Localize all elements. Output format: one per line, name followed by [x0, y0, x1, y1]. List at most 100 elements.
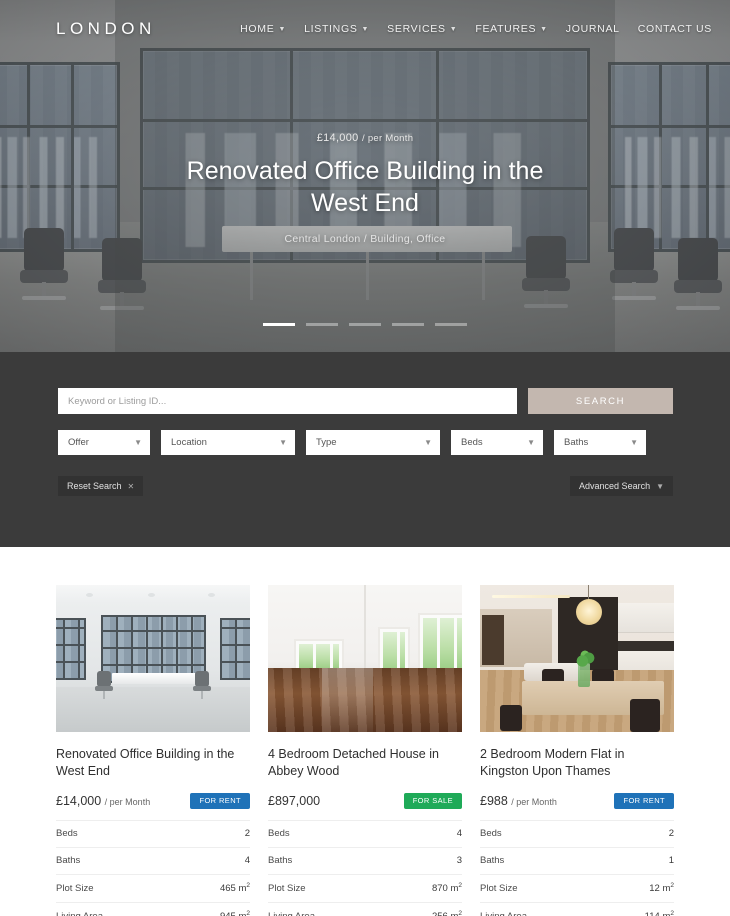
listing-title[interactable]: Renovated Office Building in the West En… — [56, 746, 250, 780]
filter-beds-select[interactable]: Beds ▼ — [451, 430, 543, 455]
filter-offer-select[interactable]: Offer ▼ — [58, 430, 150, 455]
listing-price-value: £897,000 — [268, 793, 321, 808]
filter-baths-select[interactable]: Baths ▼ — [554, 430, 646, 455]
search-actions-row: Reset Search ✕ Advanced Search ▼ — [58, 476, 673, 496]
nav-item-listings[interactable]: LISTINGS ▼ — [304, 23, 369, 35]
spec-value: 3 — [456, 855, 462, 867]
nav-item-home[interactable]: HOME ▼ — [240, 23, 286, 35]
hero-price-value: £14,000 — [316, 132, 359, 144]
listing-spec-living-area: Living Area 945 m2 — [56, 901, 250, 916]
spec-value: 465 m2 — [219, 882, 250, 895]
search-filters-row: Offer ▼ Location ▼ Type ▼ Beds ▼ Baths ▼ — [58, 430, 673, 455]
hero-caption: £14,000 / per Month Renovated Office Bui… — [0, 132, 730, 245]
filter-location-value: Location — [171, 437, 207, 448]
spec-label: Plot Size — [480, 882, 518, 894]
spec-label: Plot Size — [268, 882, 306, 894]
search-panel: SEARCH Offer ▼ Location ▼ Type ▼ Beds ▼ … — [58, 388, 673, 496]
listing-title[interactable]: 2 Bedroom Modern Flat in Kingston Upon T… — [480, 746, 674, 780]
slider-dot-3[interactable] — [349, 323, 381, 326]
listing-thumbnail-kitchen[interactable] — [480, 585, 674, 732]
spec-label: Baths — [480, 855, 505, 867]
hero-title[interactable]: Renovated Office Building in the West En… — [155, 155, 575, 219]
listing-thumbnail-room[interactable] — [268, 585, 462, 732]
filter-beds-value: Beds — [461, 437, 483, 448]
listing-spec-beds: Beds 2 — [480, 819, 674, 847]
filter-type-value: Type — [316, 437, 337, 448]
search-input[interactable] — [58, 388, 517, 414]
close-icon: ✕ — [127, 481, 135, 491]
chevron-down-icon: ▼ — [449, 25, 458, 33]
spec-label: Baths — [56, 855, 81, 867]
nav-label: JOURNAL — [565, 23, 620, 35]
listing-card[interactable]: Renovated Office Building in the West En… — [56, 585, 250, 916]
spec-value: 945 m2 — [220, 910, 250, 916]
listing-title[interactable]: 4 Bedroom Detached House in Abbey Wood — [268, 746, 462, 780]
listing-price-row: £897,000 FOR SALE — [268, 792, 462, 820]
listing-spec-beds: Beds 4 — [268, 819, 462, 847]
filter-location-select[interactable]: Location ▼ — [161, 430, 295, 455]
listing-card[interactable]: 4 Bedroom Detached House in Abbey Wood £… — [268, 585, 462, 916]
chevron-down-icon: ▼ — [279, 438, 287, 447]
chevron-down-icon: ▼ — [656, 481, 664, 491]
chevron-down-icon: ▼ — [278, 25, 287, 33]
chevron-down-icon: ▼ — [134, 438, 142, 447]
nav-item-services[interactable]: SERVICES ▼ — [387, 23, 457, 35]
listing-price-row: £988 / per Month FOR RENT — [480, 792, 674, 820]
spec-value: 256 m2 — [432, 910, 462, 916]
reset-search-button[interactable]: Reset Search ✕ — [58, 476, 144, 496]
spec-label: Living Area — [480, 911, 527, 916]
chevron-down-icon: ▼ — [630, 438, 638, 447]
slider-dot-5[interactable] — [435, 323, 467, 326]
hero-meta: Central London / Building, Office — [284, 233, 446, 245]
spec-value: 12 m2 — [649, 882, 674, 895]
filter-offer-value: Offer — [68, 437, 89, 448]
listing-price: £988 / per Month — [480, 794, 557, 808]
plant-icon — [572, 649, 598, 669]
spec-value: 1 — [668, 855, 674, 867]
listing-spec-plot-size: Plot Size 465 m2 — [56, 873, 250, 902]
nav-item-contact-us[interactable]: CONTACT US — [638, 23, 712, 35]
slider-dot-1[interactable] — [263, 323, 295, 326]
listing-thumbnail-office[interactable] — [56, 585, 250, 732]
nav-label: SERVICES — [387, 23, 446, 35]
hero-price-unit: / per Month — [361, 133, 414, 144]
window-icon — [420, 615, 462, 671]
chevron-down-icon: ▼ — [424, 438, 432, 447]
listing-spec-beds: Beds 2 — [56, 819, 250, 847]
status-badge: FOR RENT — [190, 792, 250, 809]
pendant-light-icon — [576, 599, 602, 625]
spec-label: Beds — [268, 828, 290, 840]
listing-spec-living-area: Living Area 256 m2 — [268, 901, 462, 916]
listing-spec-living-area: Living Area 114 m2 — [480, 901, 674, 916]
spec-value: 2 — [668, 828, 674, 840]
listing-spec-baths: Baths 4 — [56, 846, 250, 874]
nav-item-features[interactable]: FEATURES ▼ — [475, 23, 547, 35]
slider-dot-2[interactable] — [306, 323, 338, 326]
hero-slider: LONDON HOME ▼ LISTINGS ▼ SERVICES ▼ FEAT… — [0, 0, 730, 352]
hero-price: £14,000 / per Month — [0, 132, 730, 144]
site-logo[interactable]: LONDON — [56, 19, 156, 39]
filter-baths-value: Baths — [564, 437, 589, 448]
advanced-search-button[interactable]: Advanced Search ▼ — [570, 476, 673, 496]
nav-label: FEATURES — [475, 23, 537, 35]
search-section: SEARCH Offer ▼ Location ▼ Type ▼ Beds ▼ … — [0, 352, 730, 547]
nav-item-journal[interactable]: JOURNAL — [566, 23, 620, 35]
spec-label: Plot Size — [56, 882, 94, 894]
listing-price: £897,000 — [268, 794, 320, 808]
listing-card[interactable]: 2 Bedroom Modern Flat in Kingston Upon T… — [480, 585, 674, 916]
nav-label: LISTINGS — [304, 23, 358, 35]
spec-value: 114 m2 — [645, 910, 674, 916]
status-badge: FOR SALE — [403, 792, 462, 809]
spec-value: 4 — [244, 855, 250, 867]
filter-type-select[interactable]: Type ▼ — [306, 430, 440, 455]
status-badge: FOR RENT — [614, 792, 674, 809]
window-icon — [56, 618, 86, 680]
search-primary-row: SEARCH — [58, 388, 673, 414]
spec-value: 2 — [244, 828, 250, 840]
site-header: LONDON HOME ▼ LISTINGS ▼ SERVICES ▼ FEAT… — [0, 0, 730, 58]
slider-dot-4[interactable] — [392, 323, 424, 326]
reset-search-label: Reset Search — [67, 481, 122, 491]
window-icon — [296, 641, 342, 671]
listing-price-unit: / per Month — [511, 796, 557, 807]
search-button[interactable]: SEARCH — [528, 388, 673, 414]
